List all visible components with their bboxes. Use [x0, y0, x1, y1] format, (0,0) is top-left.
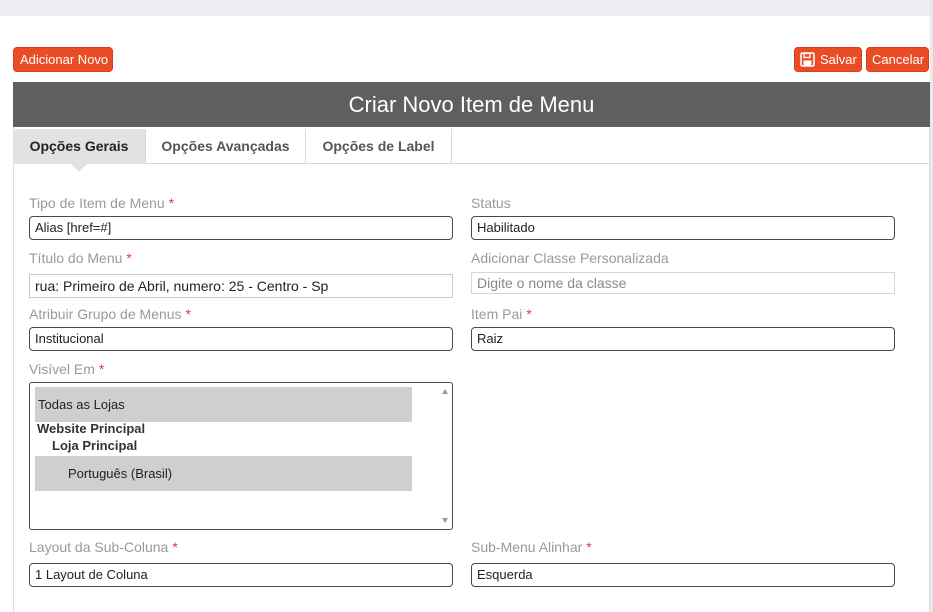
- subcolumn-layout-label-text: Layout da Sub-Coluna: [29, 539, 169, 555]
- custom-class-label: Adicionar Classe Personalizada: [471, 250, 669, 266]
- save-icon: [800, 51, 815, 67]
- parent-item-label: Item Pai *: [471, 306, 532, 322]
- save-button-label: Salvar: [820, 52, 857, 67]
- tab-label-options[interactable]: Opções de Label: [306, 129, 452, 164]
- scroll-down-arrow[interactable]: [442, 518, 448, 523]
- scroll-up-arrow[interactable]: [442, 389, 448, 394]
- menu-item-type-select[interactable]: Alias [href=#]: [29, 216, 453, 240]
- menu-item-type-label-text: Tipo de Item de Menu: [29, 195, 165, 211]
- required-mark: *: [98, 361, 105, 377]
- option-store-view[interactable]: Português (Brasil): [35, 456, 412, 491]
- submenu-align-label: Sub-Menu Alinhar *: [471, 539, 592, 555]
- submenu-align-label-text: Sub-Menu Alinhar: [471, 539, 583, 555]
- optgroup-website: Website Principal: [37, 421, 146, 436]
- tab-advanced-options[interactable]: Opções Avançadas: [146, 129, 306, 164]
- submenu-align-select[interactable]: Esquerda: [471, 563, 895, 587]
- menu-title-label: Título do Menu *: [29, 250, 132, 266]
- visible-in-label: Visível Em *: [29, 361, 104, 377]
- required-mark: *: [126, 250, 132, 266]
- save-button[interactable]: Salvar: [794, 47, 862, 72]
- menu-title-input[interactable]: rua: Primeiro de Abril, numero: 25 - Cen…: [29, 274, 453, 298]
- menu-title-label-text: Título do Menu: [29, 250, 123, 266]
- parent-item-select[interactable]: Raiz: [471, 327, 895, 351]
- page-title: Criar Novo Item de Menu: [13, 82, 930, 127]
- subcolumn-layout-select[interactable]: 1 Layout de Coluna: [29, 563, 453, 587]
- required-mark: *: [172, 539, 178, 555]
- optgroup-store: Loja Principal: [52, 438, 138, 453]
- add-new-button[interactable]: Adicionar Novo: [13, 47, 113, 72]
- tab-bar: Opções Gerais Opções Avançadas Opções de…: [13, 129, 930, 172]
- parent-item-label-text: Item Pai: [471, 306, 523, 322]
- tab-general-options[interactable]: Opções Gerais: [13, 129, 146, 164]
- status-select[interactable]: Habilitado: [471, 216, 895, 240]
- required-mark: *: [526, 306, 532, 322]
- visible-in-multiselect[interactable]: Todas as Lojas Website Principal Loja Pr…: [29, 382, 453, 530]
- menu-item-type-label: Tipo de Item de Menu *: [29, 195, 174, 211]
- required-mark: *: [185, 306, 191, 322]
- option-all-stores[interactable]: Todas as Lojas: [35, 387, 412, 422]
- status-label: Status: [471, 195, 511, 211]
- menu-group-select[interactable]: Institucional: [29, 327, 453, 351]
- active-tab-caret: [71, 164, 87, 172]
- subcolumn-layout-label: Layout da Sub-Coluna *: [29, 539, 178, 555]
- menu-group-label-text: Atribuir Grupo de Menus: [29, 306, 182, 322]
- visible-in-label-text: Visível Em: [29, 361, 95, 377]
- menu-group-label: Atribuir Grupo de Menus *: [29, 306, 191, 322]
- top-bar: [0, 0, 930, 16]
- cancel-button[interactable]: Cancelar: [866, 47, 929, 72]
- custom-class-input[interactable]: Digite o nome da classe: [471, 272, 895, 294]
- required-mark: *: [168, 195, 175, 211]
- required-mark: *: [586, 539, 592, 555]
